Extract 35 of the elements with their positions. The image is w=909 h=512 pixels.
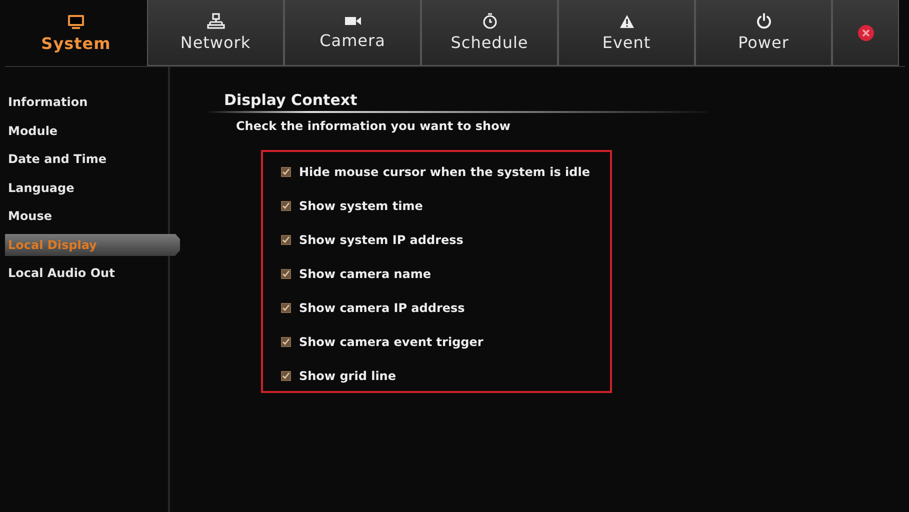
sidebar-item[interactable]: Module <box>5 120 180 142</box>
section-title: Display Context <box>224 91 358 109</box>
tab[interactable]: Network <box>147 0 284 66</box>
sidebar-item[interactable]: Information <box>5 91 180 114</box>
close-icon <box>856 24 874 42</box>
warning-icon <box>618 14 634 28</box>
checkbox[interactable] <box>281 337 291 348</box>
instruction-text: Check the information you want to show <box>236 119 510 133</box>
tab[interactable]: Camera <box>284 0 421 66</box>
close-button[interactable] <box>832 0 899 66</box>
option-label: Show camera name <box>299 267 432 282</box>
option-label: Show system IP address <box>299 233 464 248</box>
option-label: Show camera event trigger <box>299 335 484 350</box>
sidebar-item[interactable]: Date and Time <box>5 148 180 170</box>
tab[interactable]: Event <box>558 0 695 66</box>
tab[interactable]: Schedule <box>421 0 558 66</box>
tab[interactable]: Power <box>695 0 832 66</box>
sidebar-item[interactable]: Local Audio Out <box>5 262 180 284</box>
checkbox[interactable] <box>281 303 291 314</box>
sidebar-item[interactable]: Language <box>5 176 180 199</box>
power-icon <box>756 13 772 29</box>
option-label: Show system time <box>299 199 423 214</box>
option-label: Hide mouse cursor when the system is idle <box>299 165 590 180</box>
option-label: Show camera IP address <box>299 301 465 316</box>
network-icon <box>206 13 224 29</box>
checkbox[interactable] <box>281 235 291 246</box>
checkbox[interactable] <box>281 269 291 280</box>
checkbox[interactable] <box>281 201 291 212</box>
checkbox[interactable] <box>281 167 291 178</box>
monitor-icon <box>67 14 85 30</box>
option-label: Show grid line <box>299 369 396 384</box>
checkbox[interactable] <box>281 371 291 382</box>
clock-icon <box>482 13 498 29</box>
sidebar-item[interactable]: Mouse <box>5 205 180 228</box>
video-camera-icon <box>344 15 362 27</box>
